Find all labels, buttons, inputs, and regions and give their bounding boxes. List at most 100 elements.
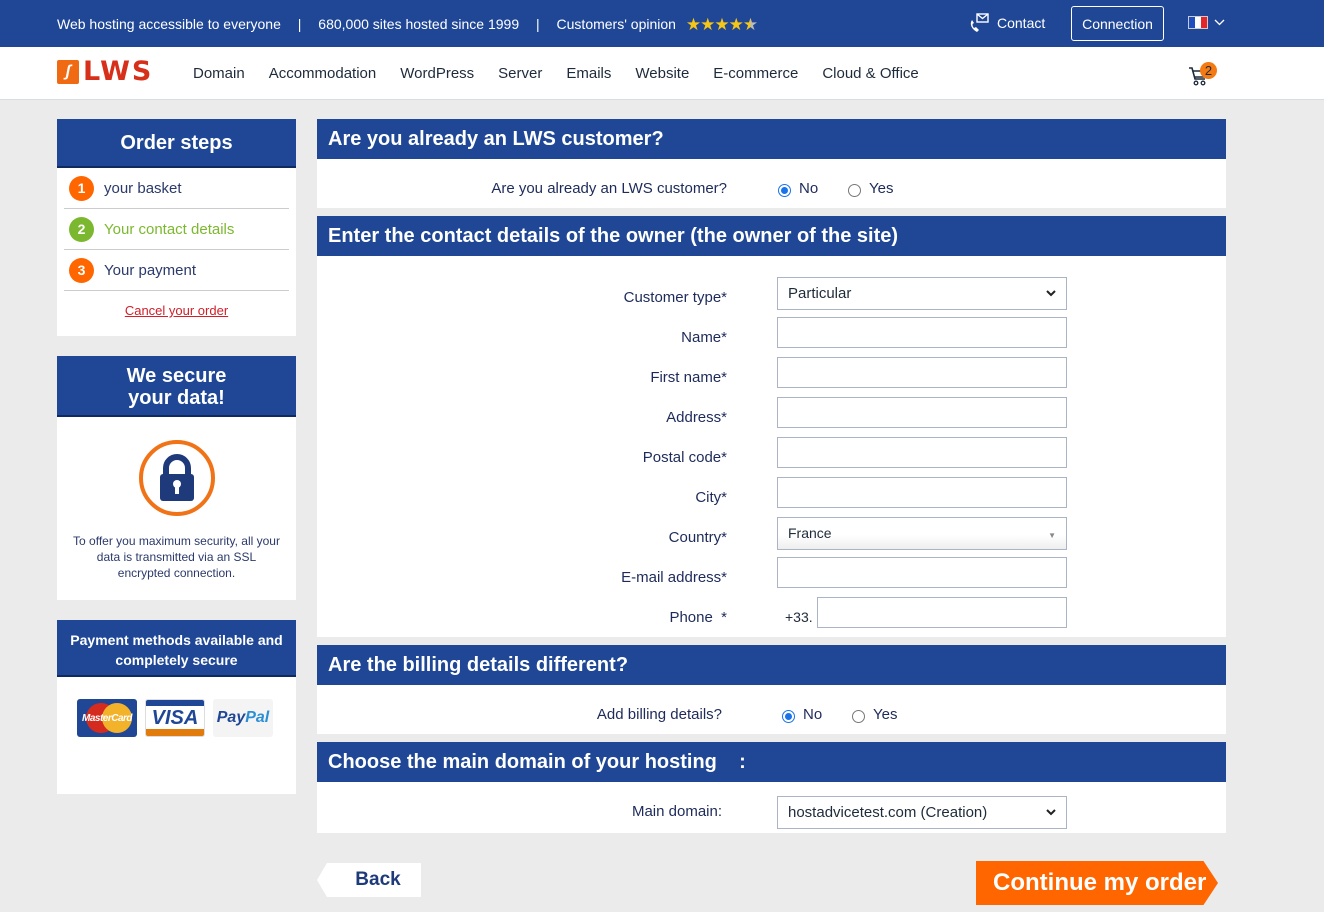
mastercard-logo: MasterCard [77, 699, 137, 737]
nav-item-server[interactable]: Server [498, 65, 542, 82]
section-header-contact-details: Enter the contact details of the owner (… [317, 216, 1226, 256]
star-icon: ★ [714, 15, 729, 34]
address-label: Address* [666, 409, 727, 426]
existing-customer-question: Are you already an LWS customer? [491, 180, 727, 197]
postal-code-label: Postal code* [642, 449, 727, 466]
country-label: Country* [668, 529, 727, 546]
section-header-existing-customer: Are you already an LWS customer? [317, 119, 1226, 159]
order-step-basket[interactable]: 1 your basket [64, 168, 289, 209]
radio-checked-icon [782, 710, 795, 723]
connection-button[interactable]: Connection [1071, 6, 1164, 41]
order-step-contact-details: 2 Your contact details [64, 209, 289, 250]
billing-no-radio[interactable]: No [782, 706, 822, 723]
postal-code-input[interactable] [777, 437, 1067, 468]
secure-title-line: We secure [126, 365, 227, 387]
country-value: France [788, 525, 832, 541]
paypal-logo: PayPal [213, 699, 273, 737]
payment-methods-title: Payment methods available and completely… [57, 620, 296, 679]
section-header-billing: Are the billing details different? [317, 645, 1226, 685]
chevron-down-icon [1046, 290, 1056, 297]
first-name-label: First name* [650, 369, 727, 386]
section-billing [317, 685, 1226, 734]
back-button[interactable]: Back [317, 863, 421, 897]
city-label: City* [695, 489, 727, 506]
first-name-input[interactable] [777, 357, 1067, 388]
radio-checked-icon [778, 184, 791, 197]
phone-prefix: +33. [785, 609, 813, 625]
visa-label: VISA [151, 706, 199, 729]
step-label: Your payment [104, 261, 197, 279]
mastercard-label: MasterCard [81, 712, 133, 724]
lws-logo[interactable]: ʃ LWS [57, 56, 154, 87]
visa-logo: VISA [145, 699, 205, 737]
billing-question: Add billing details? [596, 706, 722, 723]
phone-label: Phone * [669, 609, 727, 626]
phone-mail-icon [970, 13, 989, 32]
chevron-down-icon [1214, 19, 1225, 26]
main-domain-select[interactable]: hostadvicetest.com (Creation) [777, 796, 1067, 829]
logo-icon: ʃ [57, 60, 79, 84]
nav-item-accommodation[interactable]: Accommodation [269, 65, 377, 82]
radio-label: No [799, 180, 819, 197]
tagline: Web hosting accessible to everyone | 680… [57, 15, 758, 35]
email-label: E-mail address* [621, 569, 727, 586]
country-select[interactable]: France ▼ [777, 517, 1067, 550]
half-star-icon: ★ [742, 15, 758, 34]
secure-data-title: We secure your data! [57, 356, 296, 419]
nav-item-cloud-office[interactable]: Cloud & Office [822, 65, 918, 82]
main-domain-label: Main domain: [631, 803, 722, 820]
customer-type-label: Customer type* [623, 289, 727, 306]
continue-order-button[interactable]: Continue my order [976, 861, 1218, 905]
step-label: Your contact details [104, 220, 235, 238]
section-contact-details [317, 256, 1226, 637]
order-steps-title: Order steps [57, 119, 296, 170]
cart-button[interactable]: 2 [1188, 62, 1220, 87]
phone-input[interactable] [817, 597, 1067, 628]
radio-unchecked-icon [852, 710, 865, 723]
section-main-domain [317, 782, 1226, 833]
customer-type-select[interactable]: Particular [777, 277, 1067, 310]
chevron-down-icon [1046, 809, 1056, 816]
nav-item-wordpress[interactable]: WordPress [400, 65, 474, 82]
nav-menu: Domain Accommodation WordPress Server Em… [193, 65, 919, 82]
language-selector[interactable] [1188, 16, 1225, 29]
nav-item-domain[interactable]: Domain [193, 65, 245, 82]
main-domain-value: hostadvicetest.com (Creation) [788, 804, 988, 821]
separator: | [536, 16, 540, 32]
step-number-badge: 2 [69, 216, 94, 242]
tagline-accessible: Web hosting accessible to everyone [57, 16, 281, 32]
order-steps-panel: Order steps 1 your basket 2 Your contact… [57, 119, 296, 336]
top-bar: Web hosting accessible to everyone | 680… [0, 0, 1324, 47]
logo-text: LWS [83, 56, 154, 87]
dropdown-arrow-icon: ▼ [1048, 531, 1056, 540]
billing-yes-radio[interactable]: Yes [852, 706, 897, 723]
customers-opinion-link[interactable]: Customers' opinion [557, 16, 676, 32]
nav-item-emails[interactable]: Emails [566, 65, 611, 82]
name-input[interactable] [777, 317, 1067, 348]
cancel-order-link[interactable]: Cancel your order [57, 303, 296, 318]
payment-methods-panel: Payment methods available and completely… [57, 620, 296, 794]
paypal-label: PayPal [216, 709, 270, 726]
nav-item-ecommerce[interactable]: E-commerce [713, 65, 798, 82]
email-input[interactable] [777, 557, 1067, 588]
order-step-payment: 3 Your payment [64, 250, 289, 291]
cart-count-badge: 2 [1200, 62, 1217, 79]
contact-label: Contact [997, 15, 1046, 31]
existing-customer-yes-radio[interactable]: Yes [848, 180, 893, 197]
contact-link[interactable]: Contact [968, 13, 1045, 33]
radio-label: Yes [873, 706, 898, 723]
tagline-sites-hosted: 680,000 sites hosted since 1999 [318, 16, 520, 32]
radio-label: Yes [869, 180, 894, 197]
city-input[interactable] [777, 477, 1067, 508]
section-existing-customer [317, 159, 1226, 208]
customer-type-value: Particular [788, 285, 852, 302]
rating-stars: ★★★★★ [686, 15, 758, 35]
payment-card-list: MasterCard VISA PayPal [77, 699, 296, 737]
address-input[interactable] [777, 397, 1067, 428]
nav-item-website[interactable]: Website [635, 65, 689, 82]
name-label: Name* [681, 329, 727, 346]
existing-customer-no-radio[interactable]: No [778, 180, 818, 197]
main-nav: ʃ LWS Domain Accommodation WordPress Ser… [0, 47, 1324, 100]
section-header-main-domain: Choose the main domain of your hosting : [317, 742, 1226, 782]
step-label: your basket [104, 179, 182, 197]
